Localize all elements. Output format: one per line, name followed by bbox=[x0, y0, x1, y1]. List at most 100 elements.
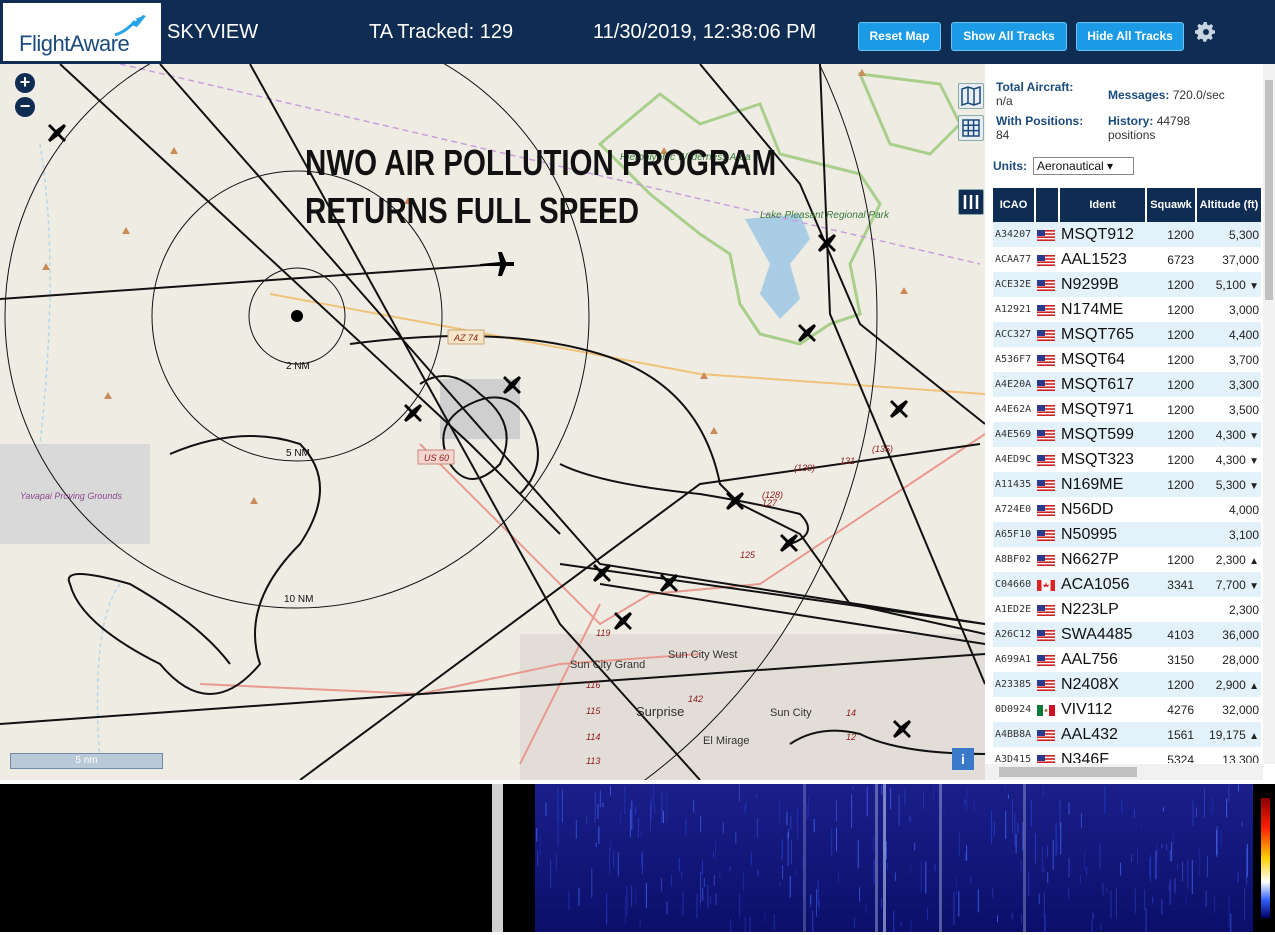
waterfall-canvas bbox=[535, 784, 1270, 932]
us-flag-icon bbox=[1037, 529, 1055, 541]
aircraft-row[interactable]: A4BB8A AAL432 1561 19,175 ▲ bbox=[993, 722, 1261, 747]
squawk-cell: 6723 bbox=[1146, 247, 1196, 272]
squawk-cell: 1561 bbox=[1146, 722, 1196, 747]
surprise-label: Surprise bbox=[636, 704, 684, 719]
aircraft-row[interactable]: A11435 N169ME 1200 5,300 ▼ bbox=[993, 472, 1261, 497]
icao-cell: A3D415 bbox=[993, 747, 1035, 763]
flag-cell bbox=[1035, 697, 1059, 722]
road-label-135: (135) bbox=[872, 444, 893, 454]
altitude-trend-icon: ▲ bbox=[1249, 730, 1259, 742]
icao-cell: A8BF02 bbox=[993, 547, 1035, 572]
icao-cell: A4E20A bbox=[993, 372, 1035, 397]
flag-cell bbox=[1035, 347, 1059, 372]
horizontal-scrollbar[interactable] bbox=[985, 764, 1263, 780]
hide-all-tracks-button[interactable]: Hide All Tracks bbox=[1076, 22, 1184, 51]
flightaware-logo[interactable]: FlightAware bbox=[3, 3, 161, 61]
flag-cell bbox=[1035, 572, 1059, 597]
altitude-trend-icon: ▼ bbox=[1249, 455, 1259, 467]
altitude-value: 4,400 bbox=[1228, 327, 1259, 342]
total-aircraft-stat: Total Aircraft: n/a bbox=[996, 80, 1073, 108]
map-layer-icon[interactable] bbox=[958, 83, 984, 109]
ident-cell: VIV112 bbox=[1059, 697, 1146, 722]
altitude-cell: 4,400 bbox=[1196, 322, 1261, 347]
aircraft-row[interactable]: A23385 N2408X 1200 2,900 ▲ bbox=[993, 672, 1261, 697]
aircraft-row[interactable]: ACC327 MSQT765 1200 4,400 bbox=[993, 322, 1261, 347]
squawk-cell: 5324 bbox=[1146, 747, 1196, 763]
units-select[interactable]: Aeronautical ▾ bbox=[1033, 157, 1134, 175]
canada-flag-icon bbox=[1037, 579, 1055, 591]
aircraft-row[interactable]: 0D0924 VIV112 4276 32,000 bbox=[993, 697, 1261, 722]
aircraft-row[interactable]: A26C12 SWA4485 4103 36,000 bbox=[993, 622, 1261, 647]
icao-cell: ACE32E bbox=[993, 272, 1035, 297]
altitude-cell: 37,000 bbox=[1196, 247, 1261, 272]
altitude-cell: 4,000 bbox=[1196, 497, 1261, 522]
zoom-in-button[interactable]: + bbox=[15, 73, 35, 93]
panel-divider[interactable] bbox=[492, 784, 503, 932]
altitude-value: 3,500 bbox=[1228, 402, 1259, 417]
squawk-cell bbox=[1146, 497, 1196, 522]
top-bar: FlightAware SKYVIEW TA Tracked: 129 11/3… bbox=[0, 0, 1275, 64]
altitude-value: 32,000 bbox=[1222, 702, 1259, 717]
aircraft-row[interactable]: A8BF02 N6627P 1200 2,300 ▲ bbox=[993, 547, 1261, 572]
info-button[interactable]: i bbox=[952, 748, 974, 770]
column-header-ident[interactable]: Ident bbox=[1059, 188, 1147, 222]
grid-layer-icon[interactable] bbox=[958, 115, 984, 141]
squawk-cell: 1200 bbox=[1146, 547, 1196, 572]
column-header-altitude[interactable]: Altitude (ft) bbox=[1196, 188, 1261, 222]
aircraft-row[interactable]: A3D415 N346F 5324 13,300 bbox=[993, 747, 1261, 763]
road-label-119: 119 bbox=[596, 628, 610, 638]
aircraft-row[interactable]: A4ED9C MSQT323 1200 4,300 ▼ bbox=[993, 447, 1261, 472]
aircraft-row[interactable]: A1ED2E N223LP 2,300 bbox=[993, 597, 1261, 622]
aircraft-row[interactable]: A34207 MSQT912 1200 5,300 bbox=[993, 222, 1261, 247]
aircraft-row[interactable]: ACAA77 AAL1523 6723 37,000 bbox=[993, 247, 1261, 272]
altitude-cell: 32,000 bbox=[1196, 697, 1261, 722]
ident-cell: N9299B bbox=[1059, 272, 1146, 297]
altitude-cell: 5,300 bbox=[1196, 222, 1261, 247]
aircraft-row[interactable]: A4E569 MSQT599 1200 4,300 ▼ bbox=[993, 422, 1261, 447]
flag-cell bbox=[1035, 247, 1059, 272]
range-label-2nm: 2 NM bbox=[286, 361, 310, 372]
aircraft-row[interactable]: A4E62A MSQT971 1200 3,500 bbox=[993, 397, 1261, 422]
flag-cell bbox=[1035, 522, 1059, 547]
aircraft-row[interactable]: A65F10 N50995 3,100 bbox=[993, 522, 1261, 547]
reset-map-button[interactable]: Reset Map bbox=[858, 22, 941, 51]
road-label-125: 125 bbox=[740, 550, 756, 560]
flag-cell bbox=[1035, 597, 1059, 622]
altitude-value: 2,300 bbox=[1228, 602, 1259, 617]
el-mirage-label: El Mirage bbox=[703, 735, 749, 747]
column-header-icao[interactable]: ICAO bbox=[993, 188, 1036, 222]
map-view[interactable]: 2 NM 5 NM 10 NM Lake Pleasant Regional P… bbox=[0, 64, 985, 780]
altitude-value: 4,300 bbox=[1215, 427, 1246, 442]
aircraft-row[interactable]: A12921 N174ME 1200 3,000 bbox=[993, 297, 1261, 322]
vertical-scrollbar[interactable] bbox=[1263, 64, 1275, 764]
aircraft-row[interactable]: ACE32E N9299B 1200 5,100 ▼ bbox=[993, 272, 1261, 297]
aircraft-row[interactable]: A536F7 MSQT64 1200 3,700 bbox=[993, 347, 1261, 372]
with-positions-label: With Positions: bbox=[996, 114, 1084, 128]
units-label: Units: bbox=[993, 159, 1027, 173]
aircraft-row[interactable]: C04660 ACA1056 3341 7,700 ▼ bbox=[993, 572, 1261, 597]
show-all-tracks-button[interactable]: Show All Tracks bbox=[951, 22, 1067, 51]
squawk-cell: 1200 bbox=[1146, 322, 1196, 347]
road-label-az74: AZ 74 bbox=[453, 333, 478, 343]
zoom-out-button[interactable]: − bbox=[15, 97, 35, 117]
column-toggle-icon[interactable] bbox=[958, 189, 984, 215]
altitude-cell: 5,100 ▼ bbox=[1196, 272, 1261, 297]
squawk-cell: 1200 bbox=[1146, 222, 1196, 247]
us-flag-icon bbox=[1037, 654, 1055, 666]
flag-cell bbox=[1035, 672, 1059, 697]
aircraft-row[interactable]: A724E0 N56DD 4,000 bbox=[993, 497, 1261, 522]
column-header-squawk[interactable]: Squawk bbox=[1146, 188, 1197, 222]
icao-cell: A4E62A bbox=[993, 397, 1035, 422]
altitude-cell: 2,900 ▲ bbox=[1196, 672, 1261, 697]
icao-cell: A1ED2E bbox=[993, 597, 1035, 622]
aircraft-row[interactable]: A699A1 AAL756 3150 28,000 bbox=[993, 647, 1261, 672]
lake-label: Lake Pleasant Regional Park bbox=[760, 210, 890, 221]
flag-cell bbox=[1035, 472, 1059, 497]
column-header-flag[interactable] bbox=[1035, 188, 1060, 222]
altitude-trend-icon: ▼ bbox=[1249, 280, 1259, 292]
us-flag-icon bbox=[1037, 554, 1055, 566]
ident-cell: SWA4485 bbox=[1059, 622, 1146, 647]
ident-cell: MSQT912 bbox=[1059, 222, 1146, 247]
aircraft-row[interactable]: A4E20A MSQT617 1200 3,300 bbox=[993, 372, 1261, 397]
settings-gear-icon[interactable] bbox=[1194, 20, 1218, 44]
